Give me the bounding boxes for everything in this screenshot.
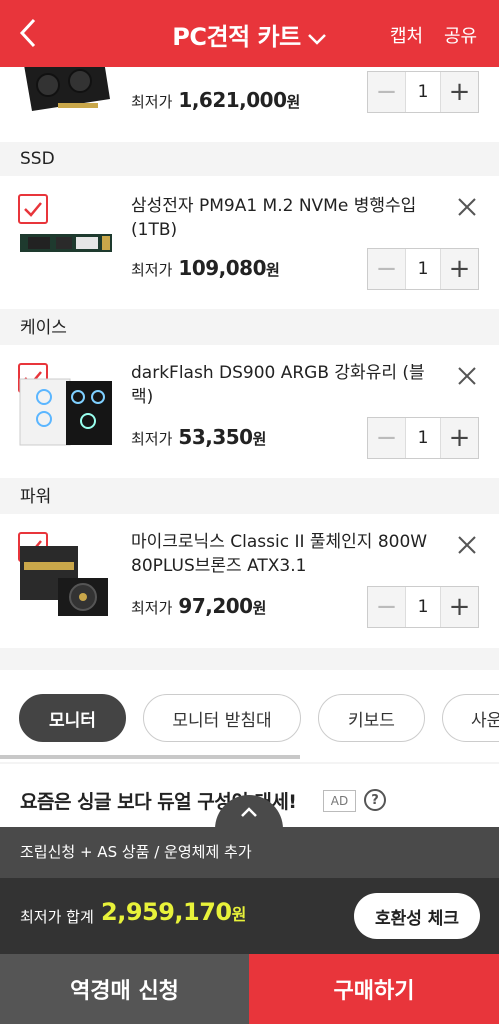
price-row: 최저가 97,200원 [131, 594, 266, 618]
price-row: 최저가 109,080원 [131, 256, 280, 280]
increase-button[interactable]: + [441, 72, 478, 112]
cart-item-case: darkFlash DS900 ARGB 강화유리 (블랙) 최저가 53,350… [0, 345, 499, 478]
price-currency: 원 [252, 599, 267, 617]
price-label: 최저가 [131, 93, 173, 111]
quantity-stepper: − 1 + [367, 248, 479, 290]
chip-keyboard[interactable]: 키보드 [318, 694, 425, 742]
buy-button[interactable]: 구매하기 [249, 954, 499, 1024]
price-currency: 원 [266, 261, 280, 279]
product-name[interactable]: darkFlash DS900 ARGB 강화유리 (블랙) [131, 361, 431, 409]
total-label: 최저가 합계 [20, 908, 94, 926]
chevron-down-icon [307, 24, 327, 52]
cart-item-ssd: 삼성전자 PM9A1 M.2 NVMe 병행수입 (1TB) 최저가 109,08… [0, 176, 499, 309]
footer-actions: 역경매 신청 구매하기 [0, 954, 499, 1024]
product-name[interactable]: 삼성전자 PM9A1 M.2 NVMe 병행수입 (1TB) [131, 194, 431, 242]
ad-badge: AD [323, 790, 356, 812]
price-currency: 원 [252, 430, 267, 448]
close-icon[interactable] [456, 365, 478, 387]
decrease-button[interactable]: − [368, 587, 405, 627]
total-price: 2,959,170원 [101, 898, 246, 926]
decrease-button[interactable]: − [368, 72, 405, 112]
close-icon[interactable] [456, 196, 478, 218]
chevron-up-icon [241, 807, 257, 817]
price-value: 53,350 [178, 425, 253, 449]
total-value: 2,959,170 [101, 898, 232, 926]
page-title-text: PC견적 카트 [172, 23, 301, 51]
case-thumbnail [18, 375, 114, 449]
total-currency: 원 [231, 905, 247, 924]
price-label: 최저가 [131, 430, 173, 448]
app-header: PC견적 카트 캡처 공유 [0, 0, 499, 67]
category-header-power: 파워 [0, 480, 499, 514]
quantity-stepper: − 1 + [367, 586, 479, 628]
quantity-value: 1 [405, 249, 441, 289]
options-summary[interactable]: 조립신청 + AS 상품 / 운영체제 추가 [0, 827, 499, 878]
price-label: 최저가 [131, 261, 173, 279]
reverse-auction-button[interactable]: 역경매 신청 [0, 954, 249, 1024]
gpu-thumbnail [18, 67, 114, 119]
chip-monitor[interactable]: 모니터 [19, 694, 126, 742]
cart-list[interactable]: 최저가 1,621,000원 − 1 + SSD 삼성전자 PM9A1 M.2 N… [0, 67, 499, 827]
item-checkbox[interactable] [18, 194, 48, 224]
capture-button[interactable]: 캡처 [390, 22, 423, 48]
chip-sound[interactable]: 사운 [442, 694, 499, 742]
increase-button[interactable]: + [441, 249, 478, 289]
price-value: 97,200 [178, 594, 253, 618]
category-header-case: 케이스 [0, 311, 499, 345]
chip-monitor-stand[interactable]: 모니터 받침대 [143, 694, 301, 742]
compatibility-check-button[interactable]: 호환성 체크 [354, 893, 480, 939]
quantity-stepper: − 1 + [367, 71, 479, 113]
page-title[interactable]: PC견적 카트 [0, 17, 499, 52]
product-name[interactable]: 마이크로닉스 Classic II 풀체인지 800W 80PLUS브론즈 AT… [131, 530, 441, 578]
price-value: 1,621,000 [178, 88, 287, 112]
chips-scrollbar[interactable] [0, 755, 300, 759]
price-label: 최저가 [131, 599, 173, 617]
help-icon[interactable]: ? [364, 789, 386, 811]
share-button[interactable]: 공유 [444, 22, 477, 48]
quantity-stepper: − 1 + [367, 417, 479, 459]
ssd-thumbnail [18, 224, 114, 260]
recommend-category-chips: 모니터 모니터 받침대 키보드 사운 [0, 670, 499, 762]
quantity-value: 1 [405, 587, 441, 627]
increase-button[interactable]: + [441, 587, 478, 627]
increase-button[interactable]: + [441, 418, 478, 458]
decrease-button[interactable]: − [368, 418, 405, 458]
decrease-button[interactable]: − [368, 249, 405, 289]
price-currency: 원 [286, 93, 301, 111]
price-row: 최저가 1,621,000원 [131, 88, 300, 112]
power-thumbnail [18, 544, 114, 620]
quantity-value: 1 [405, 418, 441, 458]
total-summary: 최저가 합계 2,959,170원 호환성 체크 [0, 878, 499, 954]
price-row: 최저가 53,350원 [131, 425, 266, 449]
cart-item-power: 마이크로닉스 Classic II 풀체인지 800W 80PLUS브론즈 AT… [0, 514, 499, 648]
cart-item-gpu: 최저가 1,621,000원 − 1 + [0, 67, 499, 142]
close-icon[interactable] [456, 534, 478, 556]
price-value: 109,080 [178, 256, 266, 280]
category-header-ssd: SSD [0, 142, 499, 176]
quantity-value: 1 [405, 72, 441, 112]
